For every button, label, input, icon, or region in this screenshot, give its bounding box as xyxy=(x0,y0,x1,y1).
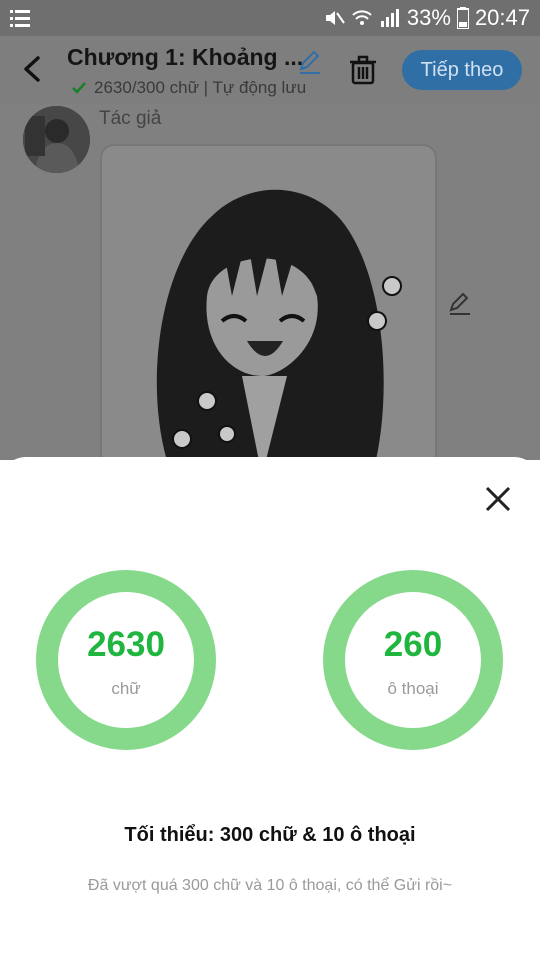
word-count-status: 2630/300 chữ | Tự động lưu xyxy=(94,78,307,97)
clock: 20:47 xyxy=(474,5,530,30)
edit-image-pencil-icon[interactable] xyxy=(447,290,473,316)
manga-image[interactable] xyxy=(100,144,437,460)
editor-header: Chương 1: Khoảng ... 2630/300 chữ | Tự đ… xyxy=(0,36,540,104)
dialogue-count-ring: 260 ô thoại xyxy=(323,570,503,750)
wifi-icon xyxy=(352,10,372,25)
word-count-label: chữ xyxy=(111,679,141,698)
word-count-ring: 2630 chữ xyxy=(36,570,216,750)
status-bar: 33% 20:47 xyxy=(0,0,540,36)
requirement-note: Đã vượt quá 300 chữ và 10 ô thoại, có th… xyxy=(87,877,453,894)
minimum-requirement: Tối thiểu: 300 chữ & 10 ô thoại xyxy=(124,824,416,846)
signal-icon xyxy=(380,9,399,27)
battery-icon xyxy=(456,7,469,29)
check-icon xyxy=(72,82,86,94)
chapter-title[interactable]: Chương 1: Khoảng ... xyxy=(67,44,303,71)
author-label: Tác giả xyxy=(99,108,162,129)
edit-title-pencil-icon[interactable] xyxy=(296,48,324,76)
author-avatar[interactable] xyxy=(23,106,90,173)
stats-bottom-sheet: 2630 chữ 260 ô thoại Tối thiểu: 300 chữ … xyxy=(0,457,540,960)
dialogue-count-value: 260 xyxy=(383,625,443,664)
word-count-value: 2630 xyxy=(87,625,165,664)
editor-content: Tác giả xyxy=(0,104,540,460)
dialogue-count-label: ô thoại xyxy=(387,679,439,698)
close-icon[interactable] xyxy=(484,485,512,513)
back-arrow-icon[interactable] xyxy=(16,52,50,86)
save-status: 2630/300 chữ | Tự động lưu xyxy=(70,78,306,98)
trash-icon[interactable] xyxy=(347,54,379,86)
battery-percent: 33% xyxy=(406,5,451,30)
mute-icon xyxy=(325,11,345,25)
next-button[interactable]: Tiếp theo xyxy=(402,50,522,90)
menu-icon xyxy=(10,10,30,27)
